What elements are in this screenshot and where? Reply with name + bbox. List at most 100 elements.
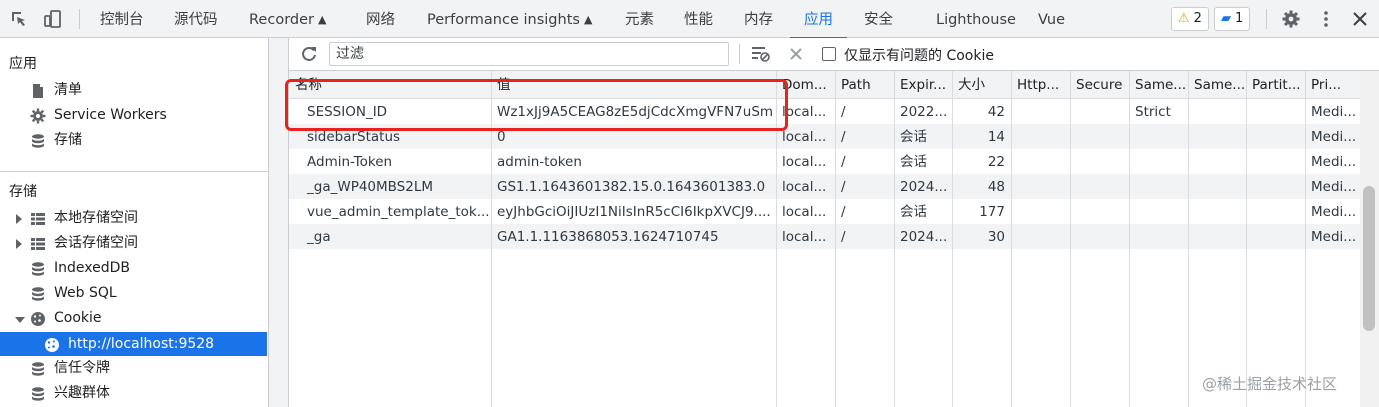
cell-samesite [1129, 199, 1188, 224]
tab-vue[interactable]: Vue [1038, 0, 1065, 38]
cell-expires: 2024... [900, 179, 948, 195]
gear-icon [30, 108, 46, 124]
table-row[interactable]: _ga GA1.1.1163868053.1624710745 local... / 2… [289, 224, 1360, 249]
column-header-expires[interactable]: Expir... [894, 71, 952, 99]
column-header-httponly[interactable]: Http... [1011, 71, 1070, 99]
column-header-sameparty[interactable]: Same... [1188, 71, 1246, 99]
cell-priority: Medi... [1311, 179, 1357, 195]
cell-expires: 会话 [900, 154, 927, 170]
highlight-annotation-box [285, 79, 788, 131]
cell-sameparty [1188, 124, 1246, 149]
column-header-path[interactable]: Path [835, 71, 894, 99]
tab-application[interactable]: 应用 [790, 0, 847, 39]
tab-memory[interactable]: 内存 [744, 0, 773, 38]
cell-value: admin-token [497, 154, 582, 170]
cell-size: 177 [979, 204, 1005, 220]
refresh-icon[interactable] [300, 45, 318, 63]
cell-samesite [1129, 224, 1188, 249]
tab-console[interactable]: 控制台 [100, 0, 144, 38]
cell-domain: local... [782, 154, 827, 170]
cell-partition-key [1246, 224, 1305, 249]
tab-performance[interactable]: 性能 [684, 0, 713, 38]
table-row[interactable]: vue_admin_template_tok... eyJhbGciOiJIUzI… [289, 199, 1360, 224]
cell-samesite [1129, 124, 1188, 149]
cell-sameparty [1188, 199, 1246, 224]
column-header-samesite[interactable]: Same... [1129, 71, 1188, 99]
cell-value: GA1.1.1163868053.1624710745 [497, 229, 719, 245]
expand-arrow-icon[interactable] [16, 214, 22, 224]
more-options-icon[interactable] [1316, 9, 1336, 29]
cell-samesite [1129, 174, 1188, 199]
application-sidebar: 应用 清单 Service Workers 存储 存储 本地存储空间 会话存储空… [0, 38, 268, 407]
cell-name: _ga_WP40MBS2LM [307, 179, 434, 195]
tab-elements[interactable]: 元素 [625, 0, 654, 38]
database-icon [32, 287, 44, 301]
cell-size: 42 [987, 104, 1005, 120]
cell-sameparty [1188, 224, 1246, 249]
gear-icon[interactable] [1281, 9, 1301, 29]
database-icon [32, 387, 44, 401]
tab-sources[interactable]: 源代码 [174, 0, 218, 38]
cell-name: vue_admin_template_tok... [307, 204, 490, 220]
scrollbar-thumb[interactable] [1363, 186, 1375, 331]
cell-priority: Medi... [1311, 104, 1357, 120]
database-icon [32, 262, 44, 276]
cell-expires: 2022... [900, 104, 948, 120]
cell-secure [1070, 149, 1129, 174]
collapse-arrow-icon[interactable] [15, 317, 25, 323]
cell-size: 30 [987, 229, 1005, 245]
cell-priority: Medi... [1311, 229, 1357, 245]
table-row[interactable]: Admin-Token admin-token local... / 会话 22 Medi.… [289, 149, 1360, 174]
cell-size: 14 [987, 129, 1005, 145]
cell-value: GS1.1.1643601382.15.0.1643601383.0 [497, 179, 766, 195]
section-header-storage: 存储 [9, 184, 37, 200]
only-issues-checkbox[interactable] [822, 47, 836, 61]
cell-path: / [841, 129, 846, 145]
database-icon [32, 134, 44, 148]
clear-filtered-icon[interactable] [751, 45, 771, 63]
filter-input[interactable] [329, 42, 729, 66]
table-row[interactable]: _ga_WP40MBS2LM GS1.1.1643601382.15.0.1643… [289, 174, 1360, 199]
column-header-partition-key[interactable]: Partit... [1246, 71, 1305, 99]
cell-path: / [841, 229, 846, 245]
sidebar-divider [0, 171, 268, 172]
cell-domain: local... [782, 229, 827, 245]
cell-httponly [1011, 174, 1070, 199]
cell-name: Admin-Token [307, 154, 393, 170]
column-header-size[interactable]: 大小 [952, 71, 1011, 99]
cell-priority: Medi... [1311, 204, 1357, 220]
device-toolbar-icon[interactable] [43, 9, 63, 29]
cell-domain: local... [782, 204, 827, 220]
tab-security[interactable]: 安全 [864, 0, 893, 38]
tab-lighthouse[interactable]: Lighthouse [936, 0, 1016, 38]
only-issues-label: 仅显示有问题的 Cookie [844, 48, 994, 64]
cell-secure [1070, 224, 1129, 249]
delete-icon[interactable] [789, 47, 803, 61]
tab-recorder[interactable]: Recorder ▲ [249, 0, 326, 38]
section-header-application: 应用 [9, 56, 37, 72]
cell-priority: Medi... [1311, 129, 1357, 145]
warnings-badge[interactable]: ⚠ 2 [1171, 7, 1209, 31]
cell-httponly [1011, 199, 1070, 224]
cell-secure [1070, 174, 1129, 199]
cell-partition-key [1246, 124, 1305, 149]
cell-name: _ga [307, 229, 331, 245]
database-icon [32, 362, 44, 376]
column-header-priority[interactable]: Pri... [1305, 71, 1360, 99]
cell-httponly [1011, 124, 1070, 149]
close-icon[interactable] [1350, 9, 1370, 29]
watermark: @稀土掘金技术社区 [1202, 375, 1338, 393]
tab-network[interactable]: 网络 [366, 0, 395, 38]
vertical-scrollbar[interactable] [1360, 71, 1379, 407]
grid-icon [31, 238, 45, 250]
expand-arrow-icon[interactable] [16, 239, 22, 249]
cell-secure [1070, 199, 1129, 224]
cell-httponly [1011, 224, 1070, 249]
tab-performance-insights[interactable]: Performance insights ▲ [427, 0, 592, 38]
messages-badge[interactable]: ▰ 1 [1214, 7, 1251, 31]
cell-partition-key [1246, 174, 1305, 199]
column-header-secure[interactable]: Secure [1070, 71, 1129, 99]
inspect-element-icon[interactable] [9, 9, 29, 29]
cell-sameparty [1188, 174, 1246, 199]
cell-size: 48 [987, 179, 1005, 195]
